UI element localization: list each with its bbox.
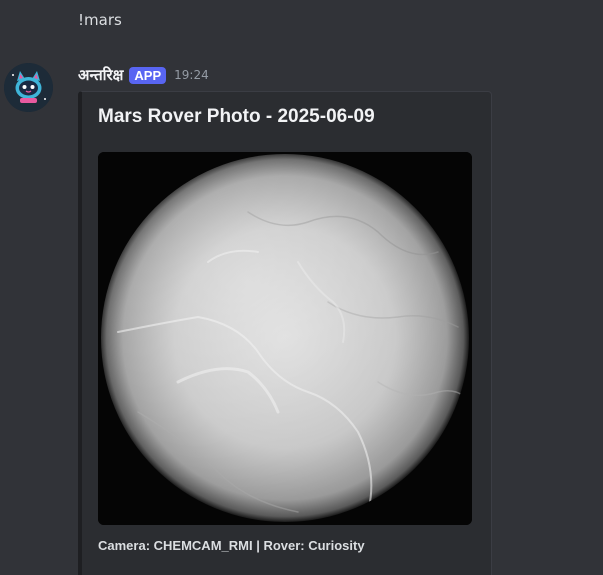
- message-timestamp[interactable]: 19:24: [174, 68, 209, 82]
- embed-footer: Camera: CHEMCAM_RMI | Rover: Curiosity: [98, 538, 365, 553]
- embed-image[interactable]: [98, 152, 472, 525]
- rich-embed: Mars Rover Photo - 2025-06-09 Camera: CH…: [78, 91, 492, 575]
- chat-area: !mars अन्तरिक्ष APP 19:24 Mars Rover Pho…: [0, 0, 603, 575]
- cat-astronaut-avatar-icon: [4, 63, 53, 112]
- mars-surface-photo: [98, 152, 472, 525]
- app-badge: APP: [129, 66, 167, 84]
- embed-title: Mars Rover Photo - 2025-06-09: [98, 106, 375, 127]
- bot-avatar[interactable]: [4, 63, 53, 112]
- message-header: अन्तरिक्ष APP 19:24: [78, 64, 209, 86]
- previous-message-text: !mars: [78, 11, 122, 29]
- author-name[interactable]: अन्तरिक्ष: [78, 65, 123, 85]
